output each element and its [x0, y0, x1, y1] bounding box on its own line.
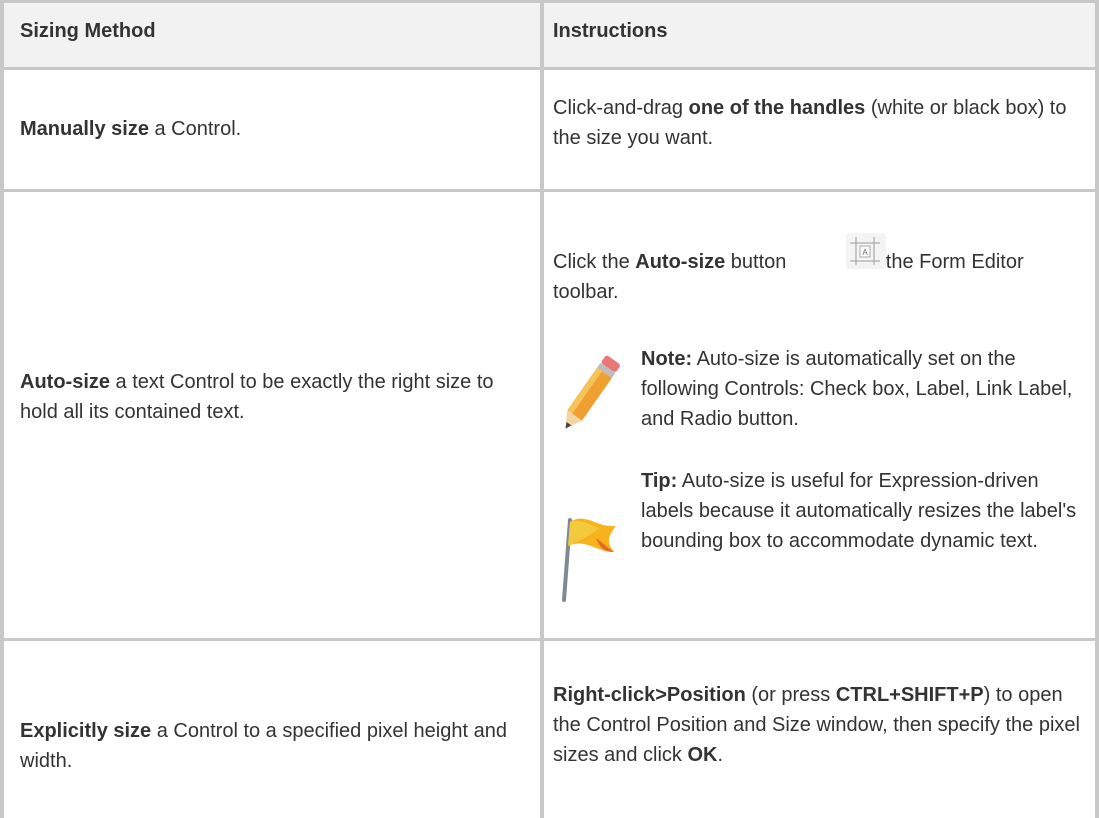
- method-description: a Control.: [148, 118, 242, 140]
- table-row-method: Explicitly size a Control to a specified…: [20, 716, 525, 776]
- table-border-top: [0, 0, 1099, 3]
- method-name: Auto-size: [20, 371, 110, 393]
- flag-icon: [556, 508, 622, 604]
- instruction-emphasis: OK: [687, 744, 718, 766]
- table-header: [0, 0, 1099, 68]
- table-row-instructions: Click the Auto-size button on the Form E…: [553, 247, 1093, 307]
- table-border-left: [0, 0, 4, 818]
- instruction-emphasis: CTRL+SHIFT+P: [835, 684, 984, 706]
- column-header-instructions: Instructions: [553, 20, 668, 42]
- instruction-emphasis: one of the handles: [688, 97, 866, 119]
- note-callout: Note: Auto-size is automatically set on …: [641, 344, 1091, 434]
- sizing-methods-table: Sizing Method Instructions Manually size…: [0, 0, 1099, 818]
- note-label: Note:: [641, 348, 693, 370]
- row-divider-2: [0, 638, 1099, 641]
- table-row-instructions: Right-click>Position (or press CTRL+SHIF…: [553, 680, 1093, 770]
- pencil-icon: [556, 350, 622, 440]
- header-divider: [0, 67, 1099, 70]
- instruction-emphasis: Auto-size: [635, 251, 726, 273]
- instruction-emphasis: Right-click>Position: [553, 684, 746, 706]
- table-row-method: Manually size a Control.: [20, 114, 520, 144]
- instruction-text: (or press: [745, 684, 836, 706]
- method-name: Manually size: [20, 118, 149, 140]
- instruction-text: Click the: [553, 251, 636, 273]
- column-header-sizing-method: Sizing Method: [20, 20, 156, 42]
- table-border-right: [1095, 0, 1099, 818]
- instruction-text: Click-and-drag: [553, 97, 689, 119]
- tip-callout: Tip: Auto-size is useful for Expression-…: [641, 466, 1091, 556]
- instruction-text: button: [725, 251, 787, 273]
- svg-text:A: A: [862, 248, 868, 257]
- note-text: Auto-size is automatically set on the fo…: [641, 348, 1073, 430]
- instruction-text: .: [717, 744, 724, 766]
- tip-label: Tip:: [641, 470, 678, 492]
- table-row-instructions: Click-and-drag one of the handles (white…: [553, 93, 1093, 153]
- table-column-divider: [540, 0, 544, 818]
- method-name: Explicitly size: [20, 720, 152, 742]
- table-row-method: Auto-size a text Control to be exactly t…: [20, 367, 525, 427]
- auto-size-icon: A: [846, 233, 886, 269]
- row-divider-1: [0, 189, 1099, 192]
- tip-text: Auto-size is useful for Expression-drive…: [641, 470, 1077, 552]
